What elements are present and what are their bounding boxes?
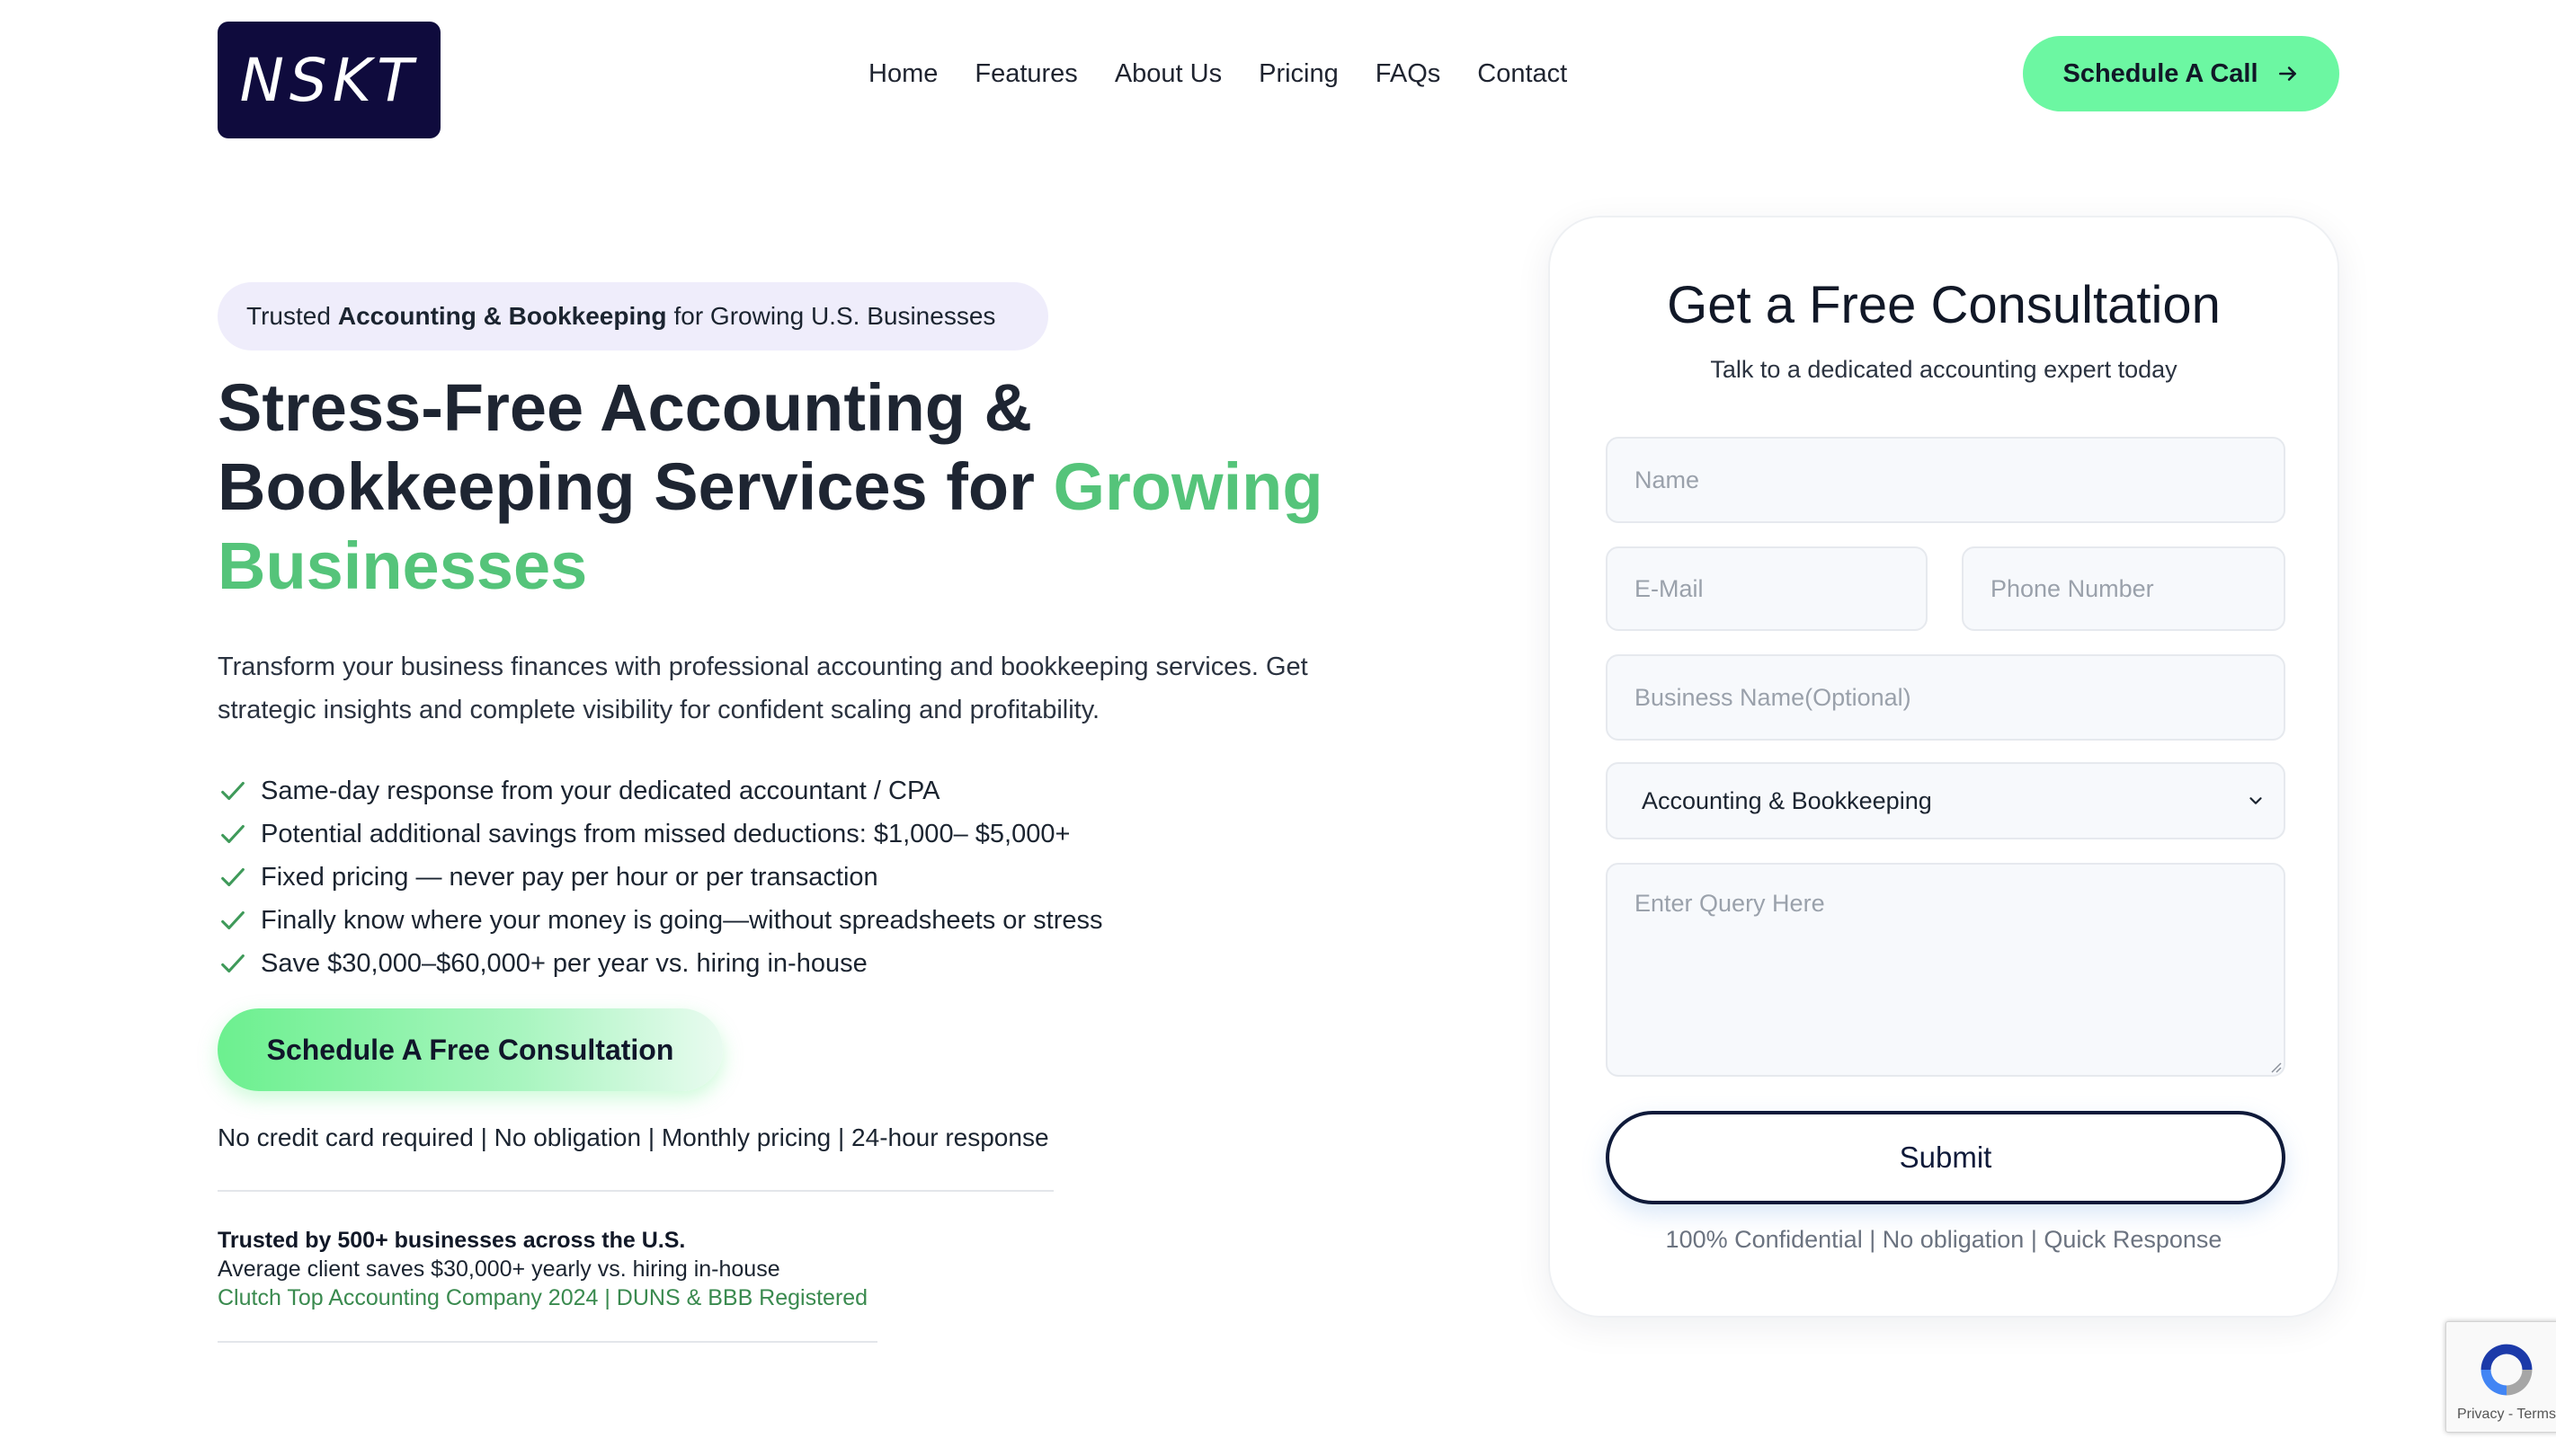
recaptcha-badge[interactable]: Privacy - Terms	[2445, 1321, 2556, 1433]
nav-features[interactable]: Features	[975, 59, 1077, 89]
logo[interactable]: NSKT	[218, 22, 441, 138]
trust-line-3: Clutch Top Accounting Company 2024 | DUN…	[218, 1285, 868, 1310]
schedule-call-label: Schedule A Call	[2062, 58, 2258, 88]
benefit-item: Fixed pricing — never pay per hour or pe…	[218, 856, 1102, 899]
nav-faqs[interactable]: FAQs	[1376, 59, 1441, 89]
nav-pricing[interactable]: Pricing	[1259, 59, 1339, 89]
recaptcha-icon	[2480, 1344, 2533, 1396]
benefit-text: Potential additional savings from missed…	[261, 819, 1071, 848]
service-select-value: Accounting & Bookkeeping	[1642, 786, 1932, 814]
divider	[218, 1341, 877, 1343]
headline-line2: Bookkeeping Services for	[218, 449, 1035, 524]
nav-about-us[interactable]: About Us	[1115, 59, 1222, 89]
resize-grip-icon[interactable]	[2269, 1061, 2282, 1073]
chevron-down-icon	[2249, 797, 2262, 804]
form-title: Get a Free Consultation	[1667, 276, 2221, 334]
schedule-call-button[interactable]: Schedule A Call	[2023, 36, 2339, 111]
check-icon	[218, 818, 250, 850]
benefit-item: Finally know where your money is going—w…	[218, 899, 1102, 942]
benefit-item: Save $30,000–$60,000+ per year vs. hirin…	[218, 942, 1102, 985]
check-icon	[218, 861, 250, 893]
query-textarea[interactable]	[1606, 863, 2285, 1077]
form-footer-note: 100% Confidential | No obligation | Quic…	[1665, 1226, 2222, 1253]
pill-suffix: for Growing U.S. Businesses	[673, 302, 996, 330]
hero-intro: Transform your business finances with pr…	[218, 653, 1308, 724]
benefit-list: Same-day response from your dedicated ac…	[218, 769, 1102, 985]
trust-pill: Trusted Accounting & Bookkeeping for Gro…	[218, 282, 1048, 351]
benefit-text: Finally know where your money is going—w…	[261, 905, 1103, 935]
logo-text: NSKT	[239, 45, 419, 115]
nav-contact[interactable]: Contact	[1477, 59, 1567, 89]
pill-prefix: Trusted	[246, 302, 331, 330]
name-field[interactable]	[1606, 437, 2285, 523]
trust-block: Trusted by 500+ businesses across the U.…	[218, 1226, 868, 1312]
consultation-form-card: Get a Free Consultation Talk to a dedica…	[1548, 216, 2339, 1318]
main-nav: Home Features About Us Pricing FAQs Cont…	[868, 59, 1567, 89]
benefit-text: Fixed pricing — never pay per hour or pe…	[261, 862, 878, 892]
check-icon	[218, 904, 250, 937]
headline-line1: Stress-Free Accounting &	[218, 370, 1032, 445]
benefit-text: Save $30,000–$60,000+ per year vs. hirin…	[261, 948, 868, 978]
arrow-right-icon	[2278, 67, 2296, 81]
check-icon	[218, 947, 250, 980]
form-subtitle: Talk to a dedicated accounting expert to…	[1710, 356, 2177, 383]
nav-home[interactable]: Home	[868, 59, 938, 89]
phone-field[interactable]	[1962, 546, 2285, 631]
schedule-consultation-button[interactable]: Schedule A Free Consultation	[218, 1008, 723, 1091]
business-name-field[interactable]	[1606, 654, 2285, 741]
recaptcha-links[interactable]: Privacy - Terms	[2457, 1407, 2556, 1423]
submit-button[interactable]: Submit	[1606, 1111, 2285, 1204]
check-icon	[218, 775, 250, 807]
hero-headline: Stress-Free Accounting & Bookkeeping Ser…	[218, 368, 1386, 606]
assurance-text: No credit card required | No obligation …	[218, 1123, 1049, 1151]
benefit-item: Potential additional savings from missed…	[218, 812, 1102, 856]
pill-bold: Accounting & Bookkeeping	[337, 302, 667, 330]
benefit-text: Same-day response from your dedicated ac…	[261, 776, 940, 805]
benefit-item: Same-day response from your dedicated ac…	[218, 769, 1102, 812]
headline-highlight-b: Businesses	[218, 528, 588, 603]
headline-highlight-a: Growing	[1053, 449, 1323, 524]
service-select[interactable]: Accounting & Bookkeeping	[1606, 762, 2285, 839]
email-field[interactable]	[1606, 546, 1928, 631]
divider	[218, 1190, 1054, 1192]
trust-line-1: Trusted by 500+ businesses across the U.…	[218, 1228, 686, 1253]
trust-line-2: Average client saves $30,000+ yearly vs.…	[218, 1256, 780, 1282]
